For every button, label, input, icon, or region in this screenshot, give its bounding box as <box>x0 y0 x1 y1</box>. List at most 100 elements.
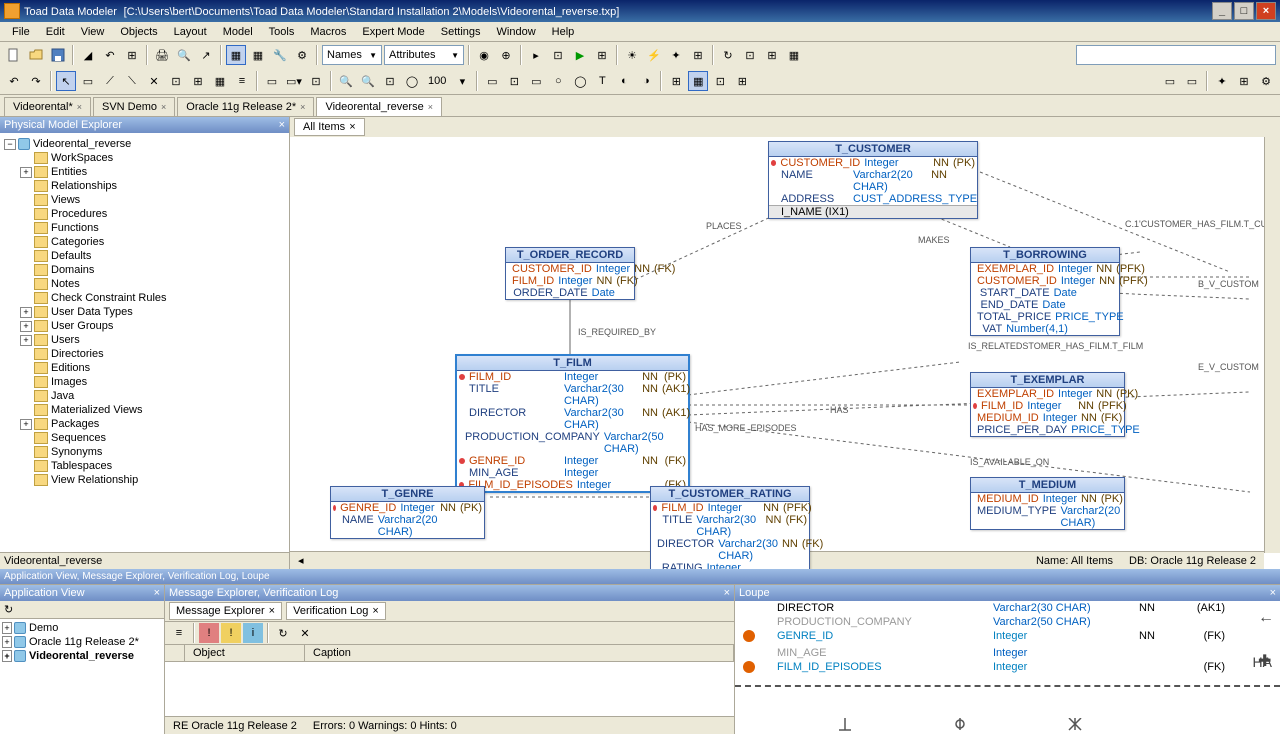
collapse-icon[interactable]: − <box>4 139 16 150</box>
zoom-out-icon[interactable]: 🔍 <box>358 71 378 91</box>
minimize-button[interactable]: _ <box>1212 2 1232 20</box>
close-icon[interactable]: × <box>279 119 285 131</box>
tool-icon[interactable]: ▭ <box>262 71 282 91</box>
tree-node[interactable]: Synonyms <box>20 445 285 459</box>
entity-borrowing[interactable]: T_BORROWINGEXEMPLAR_IDIntegerNN(PFK)CUST… <box>970 247 1120 336</box>
tree-node[interactable]: Sequences <box>20 431 285 445</box>
tool-icon[interactable]: ◉ <box>474 45 494 65</box>
tree-node[interactable]: Check Constraint Rules <box>20 291 285 305</box>
display-names-combo[interactable]: Names▼ <box>322 45 382 65</box>
tool-icon[interactable]: ≡ <box>232 71 252 91</box>
preview-icon[interactable]: 🔍 <box>174 45 194 65</box>
tool-icon[interactable]: ⊡ <box>740 45 760 65</box>
tool-icon[interactable]: ⊡ <box>306 71 326 91</box>
tool-icon[interactable]: ▾ <box>452 71 472 91</box>
tool-icon[interactable]: ◐ <box>614 71 634 91</box>
tree-node[interactable]: +User Groups <box>20 319 285 333</box>
entity-icon[interactable]: ▭ <box>78 71 98 91</box>
relation-icon[interactable]: ⟋ <box>100 71 120 91</box>
tool-icon[interactable]: ⚙ <box>1256 71 1276 91</box>
zoom-fit-icon[interactable]: ⊡ <box>380 71 400 91</box>
doc-tab[interactable]: Videorental*× <box>4 97 91 116</box>
tool-icon[interactable]: ◑ <box>636 71 656 91</box>
tab-message-explorer[interactable]: Message Explorer× <box>169 602 282 620</box>
doc-tab[interactable]: SVN Demo× <box>93 97 175 116</box>
menu-macros[interactable]: Macros <box>302 24 354 40</box>
tree-node[interactable]: Images <box>20 375 285 389</box>
save-icon[interactable] <box>48 45 68 65</box>
menu-objects[interactable]: Objects <box>112 24 165 40</box>
tool-icon[interactable]: ⊞ <box>762 45 782 65</box>
menu-settings[interactable]: Settings <box>433 24 489 40</box>
pointer-icon[interactable]: ↖ <box>56 71 76 91</box>
tool-icon[interactable]: ✕ <box>295 623 315 643</box>
diagram-canvas[interactable]: PLACES MAKES IS_REQUIRED_BY C.1'CUSTOMER… <box>290 137 1280 569</box>
tool-icon[interactable]: ▭ <box>482 71 502 91</box>
tool-icon[interactable]: ⊡ <box>710 71 730 91</box>
zoom-100-icon[interactable]: ◯ <box>402 71 422 91</box>
entity-medium[interactable]: T_MEDIUMMEDIUM_IDIntegerNN(PK)MEDIUM_TYP… <box>970 477 1125 530</box>
tree-node[interactable]: Notes <box>20 277 285 291</box>
tool-icon[interactable]: ⚙ <box>292 45 312 65</box>
expand-icon[interactable]: + <box>20 335 32 346</box>
tool-icon[interactable]: ▭ <box>1160 71 1180 91</box>
menu-expert-mode[interactable]: Expert Mode <box>354 24 432 40</box>
redo-icon[interactable]: ↷ <box>26 71 46 91</box>
expand-icon[interactable]: + <box>20 321 32 332</box>
tool-icon[interactable]: ▦ <box>248 45 268 65</box>
text-icon[interactable]: T <box>592 71 612 91</box>
tool-icon[interactable]: ⊡ <box>166 71 186 91</box>
tool-icon[interactable]: ⊕ <box>496 45 516 65</box>
tree-node[interactable]: Directories <box>20 347 285 361</box>
tree-node[interactable]: Editions <box>20 361 285 375</box>
menu-edit[interactable]: Edit <box>38 24 73 40</box>
tool-icon[interactable]: ↻ <box>718 45 738 65</box>
entity-exemplar[interactable]: T_EXEMPLAREXEMPLAR_IDIntegerNN(PK)FILM_I… <box>970 372 1125 437</box>
tree-node[interactable]: +Packages <box>20 417 285 431</box>
hint-filter-icon[interactable]: i <box>243 623 263 643</box>
relation-icon[interactable]: ⟍ <box>122 71 142 91</box>
tool-icon[interactable]: 🔧 <box>270 45 290 65</box>
tool-icon[interactable]: ↻ <box>273 623 293 643</box>
tool-icon[interactable]: ✦ <box>1212 71 1232 91</box>
play-icon[interactable]: ▶ <box>570 45 590 65</box>
new-icon[interactable] <box>4 45 24 65</box>
close-icon[interactable]: × <box>349 121 355 133</box>
tool-icon[interactable]: ▦ <box>784 45 804 65</box>
close-button[interactable]: × <box>1256 2 1276 20</box>
tree-node[interactable]: Relationships <box>20 179 285 193</box>
close-icon[interactable]: × <box>1270 587 1276 599</box>
tree-node[interactable]: Views <box>20 193 285 207</box>
tool-icon[interactable]: ⊞ <box>122 45 142 65</box>
close-icon[interactable]: × <box>428 102 433 112</box>
app-item[interactable]: +Videorental_reverse <box>2 649 162 663</box>
tree-node[interactable]: +Users <box>20 333 285 347</box>
close-icon[interactable]: × <box>161 102 166 112</box>
grid-icon[interactable]: ▦ <box>226 45 246 65</box>
display-attrs-combo[interactable]: Attributes▼ <box>384 45 464 65</box>
tool-icon[interactable]: ⊡ <box>504 71 524 91</box>
tool-icon[interactable]: ⚡ <box>644 45 664 65</box>
tree-node[interactable]: Procedures <box>20 207 285 221</box>
entity-film[interactable]: T_FILMFILM_IDIntegerNN(PK)TITLEVarchar2(… <box>455 354 690 493</box>
close-icon[interactable]: × <box>300 102 305 112</box>
menu-model[interactable]: Model <box>215 24 261 40</box>
explorer-tree[interactable]: − Videorental_reverse WorkSpaces+Entitie… <box>0 133 289 552</box>
menu-view[interactable]: View <box>73 24 113 40</box>
tool-icon[interactable]: ⊞ <box>732 71 752 91</box>
tree-root[interactable]: − Videorental_reverse <box>4 137 285 151</box>
tree-node[interactable]: Java <box>20 389 285 403</box>
tree-node[interactable]: Categories <box>20 235 285 249</box>
menu-window[interactable]: Window <box>489 24 544 40</box>
tool-icon[interactable]: ⊞ <box>592 45 612 65</box>
entity-order[interactable]: T_ORDER_RECORDCUSTOMER_IDIntegerNN(FK)FI… <box>505 247 635 300</box>
refresh-icon[interactable]: ↻ <box>4 604 13 616</box>
close-icon[interactable]: × <box>724 587 730 599</box>
export-icon[interactable]: ↗ <box>196 45 216 65</box>
zoom-in-icon[interactable]: 🔍 <box>336 71 356 91</box>
print-icon[interactable]: 🖨 <box>152 45 172 65</box>
entity-customer[interactable]: T_CUSTOMERCUSTOMER_IDIntegerNN(PK)NAMEVa… <box>768 141 978 219</box>
tab-verification-log[interactable]: Verification Log× <box>286 602 386 620</box>
error-filter-icon[interactable]: ! <box>199 623 219 643</box>
message-grid[interactable]: Object Caption <box>165 645 734 716</box>
